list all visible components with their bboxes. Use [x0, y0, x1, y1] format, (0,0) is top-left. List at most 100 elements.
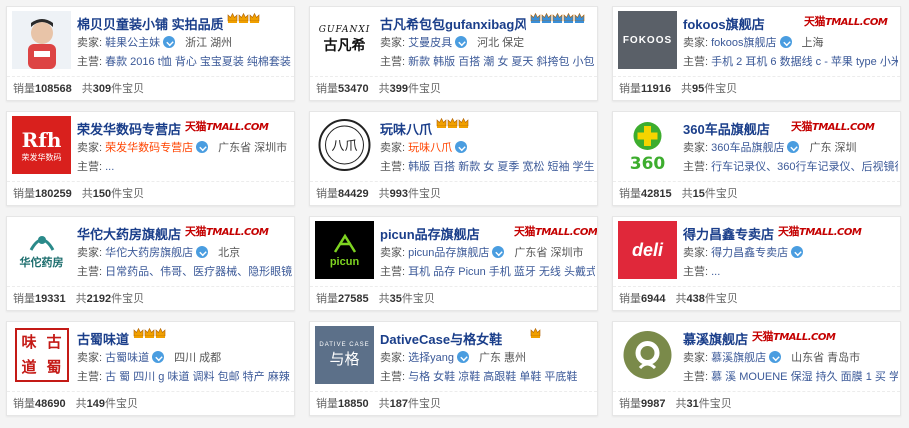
main-label: 主营: — [77, 56, 103, 68]
verified-icon — [196, 141, 209, 153]
tmall-badge: 天猫TMALL.COM — [778, 225, 862, 238]
main-products-link[interactable]: 慕 溪 MOUENE 保湿 持久 面膜 1 买 学生 ... — [711, 371, 898, 383]
shop-card[interactable]: 味古道蜀 古蜀味道 卖家: 古蜀味道 四川 成都 主营: 古 蜀 四川 g 味道 调料 … — [6, 321, 295, 416]
seller-row: 卖家: 360车品旗舰店 广东 深圳 — [683, 139, 857, 155]
shop-card[interactable]: FOKOOS fokoos旗舰店 天猫TMALL.COM 卖家: fokoos旗舰店 上… — [612, 6, 901, 101]
shop-logo[interactable]: FOKOOS — [618, 11, 677, 69]
shop-card[interactable]: GUFANXI 古凡希 古凡希包包gufanxibag风... 卖家: 艾曼皮具 河北 … — [309, 6, 598, 101]
main-products-link[interactable]: 手机 2 耳机 6 数据线 c - 苹果 type 小米 充... — [711, 56, 898, 68]
sales-label: 销量 — [316, 188, 338, 200]
tmall-badge: 天猫TMALL.COM — [804, 15, 888, 28]
sales-label: 销量 — [13, 293, 35, 305]
shop-logo[interactable]: DATIVE CASE 与格 — [315, 326, 374, 384]
main-products-link[interactable]: ... — [105, 161, 114, 173]
crown-icon — [133, 327, 144, 339]
seller-link[interactable]: 鞋果公主妹 — [105, 37, 160, 49]
sales-count: 11916 — [641, 83, 671, 95]
shop-name-link[interactable]: picun品存旗舰店 — [380, 224, 526, 243]
shop-logo[interactable]: deli — [618, 221, 677, 279]
verified-icon — [455, 36, 468, 48]
seller-rank-badges — [436, 117, 469, 129]
seller-label: 卖家: — [683, 142, 709, 154]
main-products-link[interactable]: 新款 韩版 百搭 潮 女 夏天 斜挎包 小包包... — [408, 56, 595, 68]
crown-icon — [530, 12, 541, 24]
main-products-link[interactable]: 日常药品、伟哥、医疗器械、隐形眼镜、... — [105, 266, 292, 278]
shop-logo[interactable]: 味古道蜀 — [12, 326, 71, 384]
shop-card[interactable]: picun picun品存旗舰店 天猫TMALL.COM 卖家: picun品存旗舰店… — [309, 216, 598, 311]
seller-link[interactable]: 得力昌鑫专卖店 — [711, 247, 788, 259]
sales-label: 销量 — [13, 188, 35, 200]
shop-card[interactable]: 八爪 玩味八爪 卖家: 玩味八爪 主营: 韩版 百搭 新款 女 夏季 宽松 短袖 学生… — [309, 111, 598, 206]
verified-icon — [163, 36, 176, 48]
seller-label: 卖家: — [380, 37, 406, 49]
total-suffix: 件宝贝 — [401, 293, 435, 305]
crown-icon — [249, 12, 260, 24]
sales-label: 销量 — [619, 398, 641, 410]
main-label: 主营: — [380, 56, 406, 68]
shop-stats: 销量48690 共149件宝贝 — [7, 391, 294, 415]
seller-link[interactable]: 荣发华数码专营店 — [105, 142, 193, 154]
shop-card[interactable]: 360 360车品旗舰店 天猫TMALL.COM 卖家: 360车品旗舰店 广东 深圳主… — [612, 111, 901, 206]
crown-icon — [238, 12, 249, 24]
crown-icon — [447, 117, 458, 129]
main-products-link[interactable]: 春款 2016 t恤 背心 宝宝夏装 纯棉套装 短... — [105, 56, 292, 68]
verified-icon — [196, 246, 209, 258]
shop-logo[interactable]: picun — [315, 221, 374, 279]
crown-icon — [563, 12, 574, 24]
shop-card[interactable]: Rfh 荣发华数码 荣发华数码专营店 天猫TMALL.COM 卖家: 荣发华数码专营店 广… — [6, 111, 295, 206]
total-suffix: 件宝贝 — [111, 188, 145, 200]
main-products-link[interactable]: 古 蜀 四川 g 味道 调料 包邮 特产 麻辣 香... — [105, 371, 292, 383]
shop-logo[interactable] — [618, 326, 677, 384]
shop-stats: 销量27585 共35件宝贝 — [310, 286, 597, 310]
verified-icon — [456, 351, 469, 363]
seller-label: 卖家: — [77, 142, 103, 154]
shop-location: 广东 深圳 — [809, 142, 857, 154]
shop-name-link[interactable]: 古凡希包包gufanxibag风... — [380, 14, 526, 33]
main-products-link[interactable]: 行车记录仪、360行车记录仪、后视镜行车... — [711, 161, 898, 173]
tmall-badge: 天猫TMALL.COM — [185, 225, 269, 238]
sales-label: 销量 — [619, 83, 641, 95]
main-products-link[interactable]: 韩版 百搭 新款 女 夏季 宽松 短袖 学生 chi... — [408, 161, 595, 173]
seller-link[interactable]: 艾曼皮具 — [408, 37, 452, 49]
total-prefix: 共 — [75, 398, 87, 410]
shop-stats: 销量9987 共31件宝贝 — [613, 391, 900, 415]
seller-link[interactable]: 360车品旗舰店 — [711, 142, 784, 154]
total-prefix: 共 — [378, 188, 390, 200]
shop-card[interactable]: DATIVE CASE 与格 DativeCase与格女鞋 卖家: 选择yang 广东 … — [309, 321, 598, 416]
svg-text:八爪: 八爪 — [331, 139, 357, 154]
verified-icon — [787, 141, 800, 153]
seller-link[interactable]: 华佗大药房旗舰店 — [105, 247, 193, 259]
shop-card[interactable]: 棉贝贝童装小铺 实拍品质... 卖家: 鞋果公主妹 浙江 湖州 主营: 春款 2016… — [6, 6, 295, 101]
main-label: 主营: — [77, 371, 103, 383]
shop-logo[interactable]: 八爪 — [315, 116, 374, 174]
main-products-link[interactable]: 耳机 品存 Picun 手机 蓝牙 无线 头戴式 话... — [408, 266, 595, 278]
shop-logo[interactable]: Rfh 荣发华数码 — [12, 116, 71, 174]
shop-logo[interactable]: 360 — [618, 116, 677, 174]
shop-logo[interactable] — [12, 11, 71, 69]
sales-count: 27585 — [338, 293, 369, 305]
main-products-link[interactable]: ... — [711, 266, 720, 278]
seller-link[interactable]: picun品存旗舰店 — [408, 247, 489, 259]
shop-card[interactable]: 华佗药房 华佗大药房旗舰店 天猫TMALL.COM 卖家: 华佗大药房旗舰店 北京 主营:… — [6, 216, 295, 311]
shop-card[interactable]: deli 得力昌鑫专卖店 天猫TMALL.COM 卖家: 得力昌鑫专卖店 主营: ...… — [612, 216, 901, 311]
shop-name-link[interactable]: 棉贝贝童装小铺 实拍品质... — [77, 14, 223, 33]
total-prefix: 共 — [378, 83, 390, 95]
seller-link[interactable]: 慕溪旗舰店 — [711, 352, 766, 364]
sales-count: 48690 — [35, 398, 66, 410]
main-products-row: 主营: 韩版 百搭 新款 女 夏季 宽松 短袖 学生 chi... — [380, 158, 595, 174]
seller-link[interactable]: 玩味八爪 — [408, 142, 452, 154]
sales-label: 销量 — [316, 83, 338, 95]
crown-icon — [436, 117, 447, 129]
seller-label: 卖家: — [380, 352, 406, 364]
shop-card[interactable]: 慕溪旗舰店 天猫TMALL.COM 卖家: 慕溪旗舰店 山东省 青岛市 主营: 慕 溪 … — [612, 321, 901, 416]
shop-logo[interactable]: GUFANXI 古凡希 — [315, 11, 374, 69]
main-products-link[interactable]: 与格 女鞋 凉鞋 高跟鞋 单鞋 平底鞋 — [408, 371, 577, 383]
total-prefix: 共 — [75, 293, 87, 305]
seller-label: 卖家: — [77, 352, 103, 364]
shop-name-link[interactable]: DativeCase与格女鞋 — [380, 329, 526, 348]
seller-link[interactable]: 选择yang — [408, 352, 454, 364]
item-count: 309 — [92, 83, 112, 95]
seller-link[interactable]: fokoos旗舰店 — [711, 37, 776, 49]
seller-link[interactable]: 古蜀味道 — [105, 352, 149, 364]
shop-logo[interactable]: 华佗药房 — [12, 221, 71, 279]
